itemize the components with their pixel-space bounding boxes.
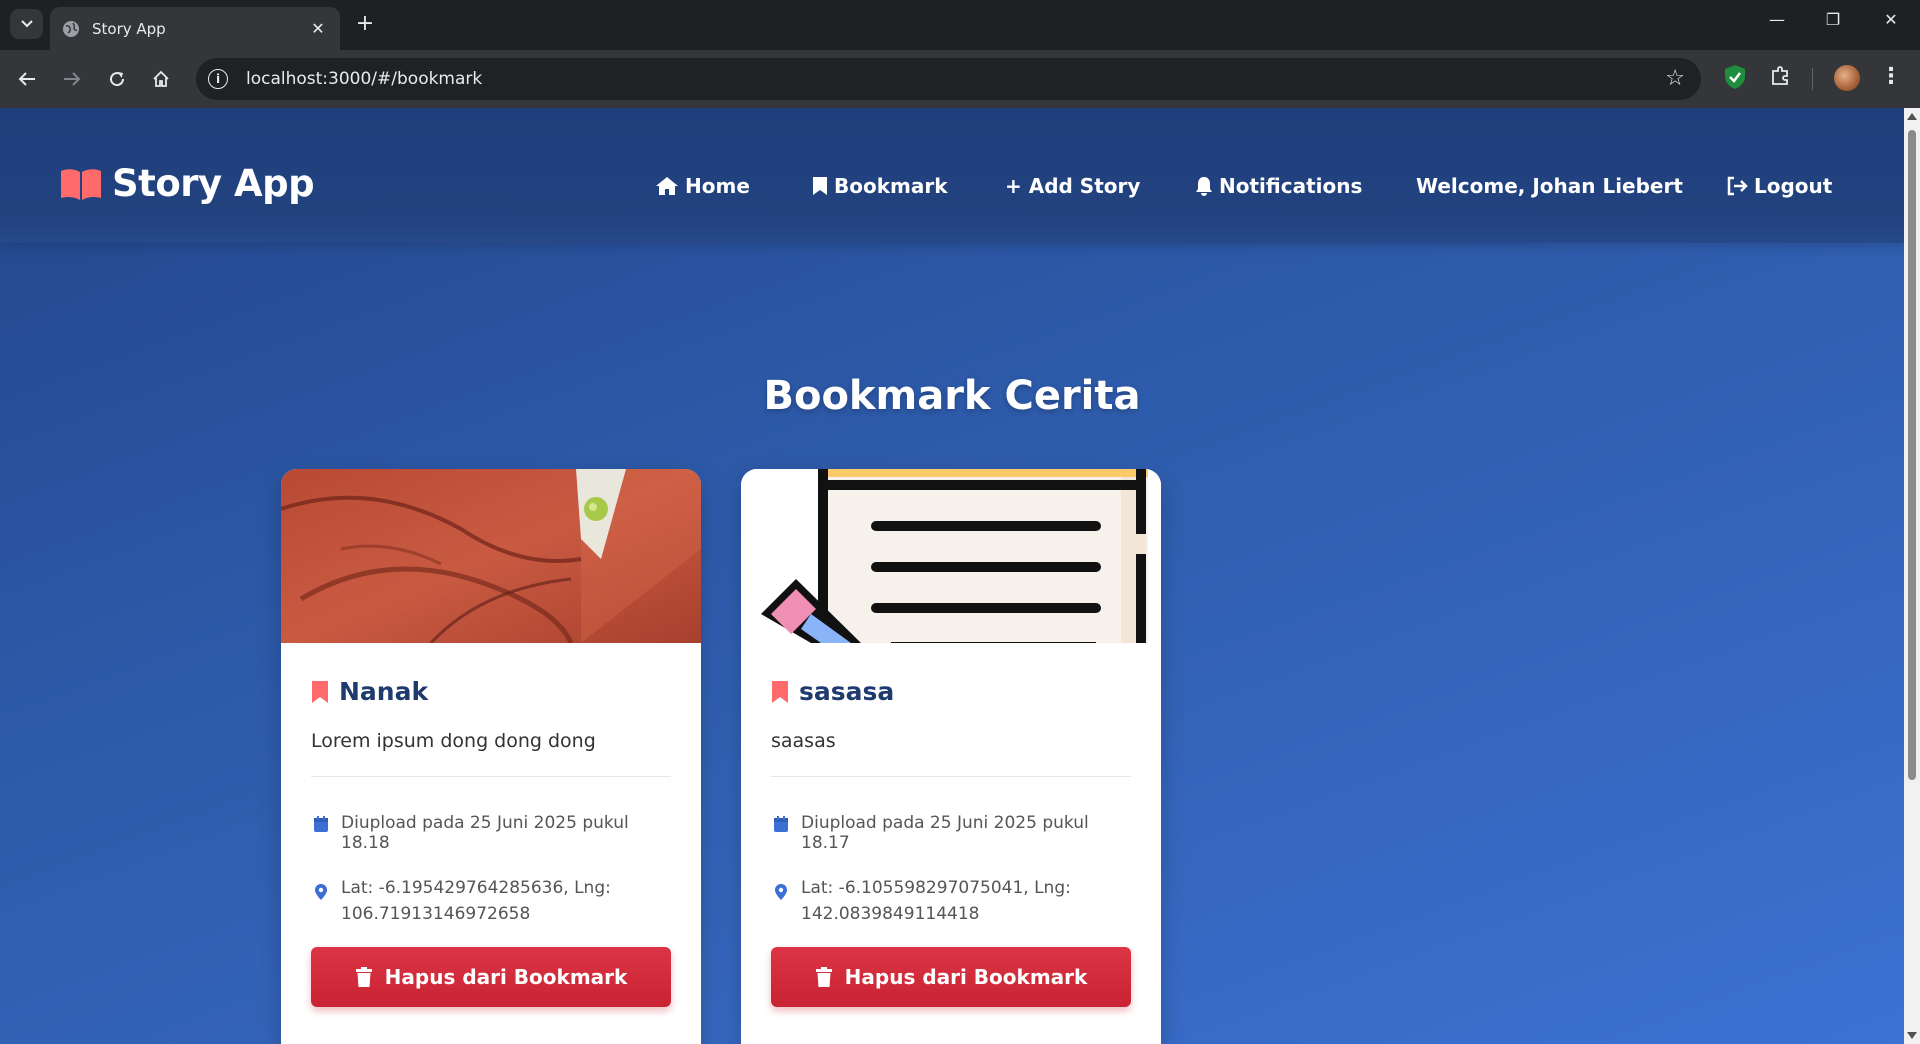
story-name: sasasa xyxy=(799,677,895,706)
home-icon xyxy=(656,177,678,195)
nav-home-label: Home xyxy=(685,174,750,198)
calendar-icon xyxy=(314,816,328,832)
remove-bookmark-label: Hapus dari Bookmark xyxy=(844,965,1088,989)
story-card: Nanak Lorem ipsum dong dong dong Diuploa… xyxy=(281,469,701,1044)
story-title: sasasa xyxy=(771,677,1131,706)
site-info-icon[interactable]: i xyxy=(208,69,228,89)
nav-notifications-label: Notifications xyxy=(1219,174,1363,198)
remove-bookmark-label: Hapus dari Bookmark xyxy=(384,965,628,989)
nav-logout[interactable]: Logout xyxy=(1726,174,1832,198)
story-card: sasasa saasas Diupload pada 25 Juni 2025… xyxy=(741,469,1161,1044)
globe-icon xyxy=(63,20,79,37)
back-icon[interactable] xyxy=(12,65,42,93)
browser-tab-strip: Story App ✕ + — ❐ ✕ xyxy=(0,0,1920,50)
browser-tab[interactable]: Story App ✕ xyxy=(50,7,340,50)
upload-date: Diupload pada 25 Juni 2025 pukul 18.17 xyxy=(771,813,1131,853)
minimize-icon[interactable]: — xyxy=(1762,10,1792,29)
page-title: Bookmark Cerita xyxy=(763,373,1141,419)
upload-date-text: Diupload pada 25 Juni 2025 pukul 18.17 xyxy=(801,813,1089,853)
bookmark-icon xyxy=(813,177,827,195)
url-text: localhost:3000/#/bookmark xyxy=(246,69,483,89)
close-tab-icon[interactable]: ✕ xyxy=(308,19,328,38)
restore-icon[interactable]: ❐ xyxy=(1818,10,1848,29)
nav-notifications[interactable]: Notifications xyxy=(1195,174,1362,198)
page-viewport: Story App Home Bookmark + Add Story Noti… xyxy=(0,108,1904,1044)
close-window-icon[interactable]: ✕ xyxy=(1876,10,1906,29)
location-text: Lat: -6.195429764285636, Lng: 106.719131… xyxy=(341,878,611,924)
tab-search-button[interactable] xyxy=(10,9,43,39)
bookmark-icon xyxy=(312,680,328,703)
bookmark-star-icon[interactable]: ☆ xyxy=(1665,66,1685,91)
browser-menu-icon[interactable]: ⋮ xyxy=(1880,64,1902,89)
app-header: Story App Home Bookmark + Add Story Noti… xyxy=(0,108,1904,243)
location-text: Lat: -6.105598297075041, Lng: 142.083984… xyxy=(801,878,1071,924)
story-photo xyxy=(281,469,701,643)
reload-icon[interactable] xyxy=(102,65,132,93)
browser-toolbar: i localhost:3000/#/bookmark ☆ ⋮ xyxy=(0,50,1920,108)
story-description: saasas xyxy=(771,730,836,752)
welcome-text: Welcome, Johan Liebert xyxy=(1416,174,1683,198)
forward-icon[interactable] xyxy=(57,65,87,93)
bookmark-icon xyxy=(772,680,788,703)
calendar-icon xyxy=(774,816,788,832)
shield-extension-icon[interactable] xyxy=(1724,64,1746,90)
page-scrollbar[interactable] xyxy=(1904,108,1920,1044)
story-description: Lorem ipsum dong dong dong xyxy=(311,730,596,752)
remove-bookmark-button[interactable]: Hapus dari Bookmark xyxy=(311,947,671,1007)
remove-bookmark-button[interactable]: Hapus dari Bookmark xyxy=(771,947,1131,1007)
profile-avatar[interactable] xyxy=(1834,65,1860,91)
extensions-icon[interactable] xyxy=(1770,64,1792,92)
trash-icon xyxy=(815,967,832,987)
logout-icon xyxy=(1727,176,1748,196)
welcome-label: Welcome, Johan Liebert xyxy=(1416,174,1683,198)
trash-icon xyxy=(355,967,372,987)
story-name: Nanak xyxy=(339,677,429,706)
nav-bookmark-label: Bookmark xyxy=(834,174,948,198)
story-location: Lat: -6.195429764285636, Lng: 106.719131… xyxy=(311,875,671,927)
address-bar[interactable]: i localhost:3000/#/bookmark ☆ xyxy=(196,58,1701,100)
story-location: Lat: -6.105598297075041, Lng: 142.083984… xyxy=(771,875,1131,927)
nav-home[interactable]: Home xyxy=(655,174,750,198)
map-pin-icon xyxy=(775,884,787,900)
card-divider xyxy=(771,776,1131,777)
map-pin-icon xyxy=(315,884,327,900)
scroll-down-arrow-icon[interactable] xyxy=(1907,1032,1917,1039)
bell-icon xyxy=(1196,177,1212,196)
scroll-thumb[interactable] xyxy=(1908,130,1916,780)
nav-bookmark[interactable]: Bookmark xyxy=(812,174,948,198)
home-browser-icon[interactable] xyxy=(146,65,176,93)
card-divider xyxy=(311,776,671,777)
nav-logout-label: Logout xyxy=(1754,174,1833,198)
story-photo xyxy=(741,469,1161,643)
tab-title: Story App xyxy=(92,19,166,38)
new-tab-icon[interactable]: + xyxy=(353,11,377,36)
scroll-up-arrow-icon[interactable] xyxy=(1907,113,1917,120)
nav-add-story[interactable]: + Add Story xyxy=(1005,174,1140,198)
upload-date: Diupload pada 25 Juni 2025 pukul 18.18 xyxy=(311,813,671,853)
toolbar-separator xyxy=(1812,68,1813,90)
brand-logo[interactable]: Story App xyxy=(60,162,315,205)
brand-title: Story App xyxy=(112,162,315,205)
nav-add-story-label: + Add Story xyxy=(1005,174,1141,198)
upload-date-text: Diupload pada 25 Juni 2025 pukul 18.18 xyxy=(341,813,629,853)
story-title: Nanak xyxy=(311,677,671,706)
chevron-down-icon xyxy=(20,20,33,28)
book-open-icon xyxy=(61,168,101,200)
